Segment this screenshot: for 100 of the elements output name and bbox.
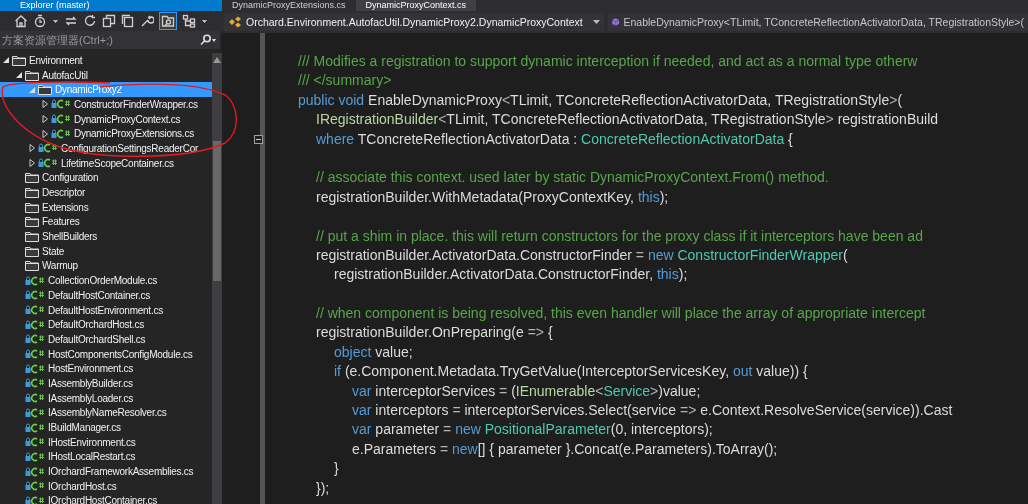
collapsed-arrow-icon[interactable] bbox=[28, 144, 36, 153]
type-dropdown[interactable]: Orchard.Environment.AutofacUtil.DynamicProxy2.DynamicProxyContext bbox=[224, 13, 604, 31]
tree-item-label: HostEnvironment.cs bbox=[48, 363, 133, 375]
tree-item-label: ConstructorFinderWrapper.cs bbox=[74, 98, 198, 110]
home-icon[interactable] bbox=[14, 14, 28, 28]
csharp-file-icon bbox=[51, 114, 71, 125]
panel-title: Explorer (master) bbox=[0, 0, 222, 11]
tree-row[interactable]: DefaultOrchardHost.cs bbox=[0, 317, 212, 333]
code-line: if (e.Component.Metadata.TryGetValue(InterceptorServicesKey, out value)) { bbox=[333, 362, 809, 382]
tree-row[interactable]: IOrchardHost.cs bbox=[0, 478, 212, 494]
csharp-file-icon bbox=[25, 407, 45, 418]
tree-row[interactable]: ShellBuilders bbox=[0, 229, 212, 244]
sync-arrows-icon[interactable] bbox=[64, 14, 78, 28]
tree-row[interactable]: Configuration bbox=[0, 170, 212, 186]
search-icon[interactable] bbox=[200, 34, 216, 46]
collapsed-arrow-icon[interactable] bbox=[41, 129, 49, 138]
tree-row[interactable]: Environment bbox=[0, 53, 212, 68]
tree-row[interactable]: IAssemblyLoader.cs bbox=[0, 390, 212, 406]
tree-row[interactable]: CollectionOrderModule.cs bbox=[0, 273, 212, 288]
csharp-file-icon bbox=[51, 128, 71, 139]
code-line: var parameter = new PositionalParameter(0, interceptors); bbox=[351, 420, 714, 440]
editor-tab[interactable]: DynamicProxyContext.cs bbox=[355, 0, 477, 11]
tree-item-label: State bbox=[42, 245, 65, 257]
tree-row[interactable]: Descriptor bbox=[0, 185, 212, 200]
tree-row[interactable]: HostEnvironment.cs bbox=[0, 361, 212, 377]
scroll-up-icon[interactable] bbox=[213, 57, 221, 63]
code-line: /// Modifies a registration to support dynamic interception if needed, and act as a normal type otherw bbox=[297, 52, 919, 71]
csharp-file-icon bbox=[38, 143, 58, 154]
tree-row[interactable]: ConstructorFinderWrapper.cs bbox=[0, 97, 212, 112]
member-dropdown[interactable]: EnableDynamicProxy<TLimit, TConcreteReflectionActivatorData, TRegistrationStyle>( bbox=[608, 13, 1028, 31]
tree-item-label: Features bbox=[42, 216, 80, 228]
tree-row[interactable]: IHostLocalRestart.cs bbox=[0, 449, 212, 465]
tree-item-label: IBuildManager.cs bbox=[48, 422, 121, 434]
tree-row[interactable]: State bbox=[0, 243, 212, 259]
collapsed-arrow-icon[interactable] bbox=[41, 115, 49, 124]
code-line: } bbox=[333, 459, 340, 479]
editor-tab[interactable]: DynamicProxyExtensions.cs bbox=[222, 0, 356, 11]
collapsed-arrow-icon[interactable] bbox=[28, 159, 36, 168]
code-line: object value; bbox=[333, 342, 414, 362]
code-line: var interceptors = interceptorServices.Select(service => e.Context.ResolveService(service)).Cast bbox=[351, 401, 954, 421]
csharp-file-icon bbox=[25, 451, 45, 462]
tree-row[interactable]: IBuildManager.cs bbox=[0, 420, 212, 435]
expanded-arrow-icon[interactable] bbox=[15, 71, 23, 80]
csharp-file-icon bbox=[25, 319, 45, 330]
collapsed-arrow-icon[interactable] bbox=[41, 100, 49, 109]
tree-item-label: Extensions bbox=[42, 201, 89, 213]
tree-item-label: IAssemblyBuilder.cs bbox=[48, 377, 133, 389]
tree-row[interactable]: AutofacUtil bbox=[0, 67, 212, 83]
tree-row[interactable]: DynamicProxyContext.cs bbox=[0, 111, 212, 127]
tree-item-label: DynamicProxyExtensions.cs bbox=[74, 128, 194, 140]
tree-row[interactable]: Features bbox=[0, 214, 212, 230]
scroll-thumb[interactable] bbox=[213, 141, 221, 281]
code-line: /// </summary> bbox=[297, 71, 393, 91]
preview-toggle-button[interactable] bbox=[159, 12, 177, 30]
csharp-file-icon bbox=[51, 99, 71, 110]
tree-row[interactable]: ConfigurationSettingsReaderCor bbox=[0, 141, 212, 156]
folder-icon bbox=[25, 216, 39, 228]
tree-item-label: Environment bbox=[29, 54, 83, 66]
refresh-icon[interactable] bbox=[83, 14, 97, 28]
csharp-file-icon bbox=[25, 349, 45, 360]
hierarchy-icon[interactable] bbox=[182, 14, 196, 28]
folder-icon bbox=[25, 201, 39, 213]
wrench-icon[interactable] bbox=[140, 14, 154, 28]
search-field[interactable]: 方案资源管理器(Ctrl+;) bbox=[0, 31, 220, 49]
tree-item-label: IOrchardFrameworkAssemblies.cs bbox=[48, 466, 194, 478]
pages-icon[interactable] bbox=[121, 14, 135, 28]
tree-row[interactable]: LifetimeScopeContainer.cs bbox=[0, 155, 212, 171]
tree-row[interactable]: HostComponentsConfigModule.cs bbox=[0, 346, 212, 362]
tree-item-label: ShellBuilders bbox=[42, 231, 98, 243]
tree-row[interactable]: IOrchardFrameworkAssemblies.cs bbox=[0, 464, 212, 479]
tree-item-label: IOrchardHost.cs bbox=[48, 480, 117, 492]
tree-row[interactable]: IHostEnvironment.cs bbox=[0, 434, 212, 450]
code-line: IRegistrationBuilder<TLimit, TConcreteReflectionActivatorData, TRegistrationStyle> registrationBuild bbox=[315, 110, 940, 130]
csharp-file-icon bbox=[25, 305, 45, 316]
tree-row[interactable]: DefaultOrchardShell.cs bbox=[0, 332, 212, 347]
tree-row[interactable]: IAssemblyBuilder.cs bbox=[0, 376, 212, 391]
tree-row[interactable]: Extensions bbox=[0, 199, 212, 215]
copy-icon[interactable] bbox=[102, 14, 116, 28]
csharp-file-icon bbox=[25, 290, 45, 301]
csharp-file-icon bbox=[25, 422, 45, 433]
code-line: public void EnableDynamicProxy<TLimit, TConcreteReflectionActivatorData, TRegistrationStyle>( bbox=[297, 90, 904, 110]
folder-icon bbox=[12, 54, 26, 66]
tree-row[interactable]: DynamicProxyExtensions.cs bbox=[0, 126, 212, 142]
clock-icon[interactable] bbox=[33, 14, 47, 28]
tree-row[interactable]: IOrchardHostContainer.cs bbox=[0, 493, 212, 504]
tree-item-label: IAssemblyLoader.cs bbox=[48, 392, 133, 404]
tree-item-label: IHostLocalRestart.cs bbox=[48, 451, 136, 463]
folder-icon bbox=[38, 84, 52, 96]
tree-item-label: Warmup bbox=[42, 260, 78, 272]
code-line: e.Parameters = new[] { parameter }.Concat(e.Parameters).ToArray(); bbox=[351, 439, 779, 459]
expanded-arrow-icon[interactable] bbox=[2, 56, 10, 65]
collapse-icon[interactable] bbox=[254, 134, 263, 144]
method-icon bbox=[612, 16, 620, 28]
tree-row[interactable]: IAssemblyNameResolver.cs bbox=[0, 405, 212, 421]
tree-item-label: DynamicProxyContext.cs bbox=[74, 113, 181, 125]
scrollbar[interactable] bbox=[212, 53, 222, 504]
tree-row[interactable]: Warmup bbox=[0, 258, 212, 274]
csharp-file-icon bbox=[25, 378, 45, 389]
tree-row[interactable]: DefaultHostContainer.cs bbox=[0, 288, 212, 303]
tree-row[interactable]: DefaultHostEnvironment.cs bbox=[0, 302, 212, 318]
